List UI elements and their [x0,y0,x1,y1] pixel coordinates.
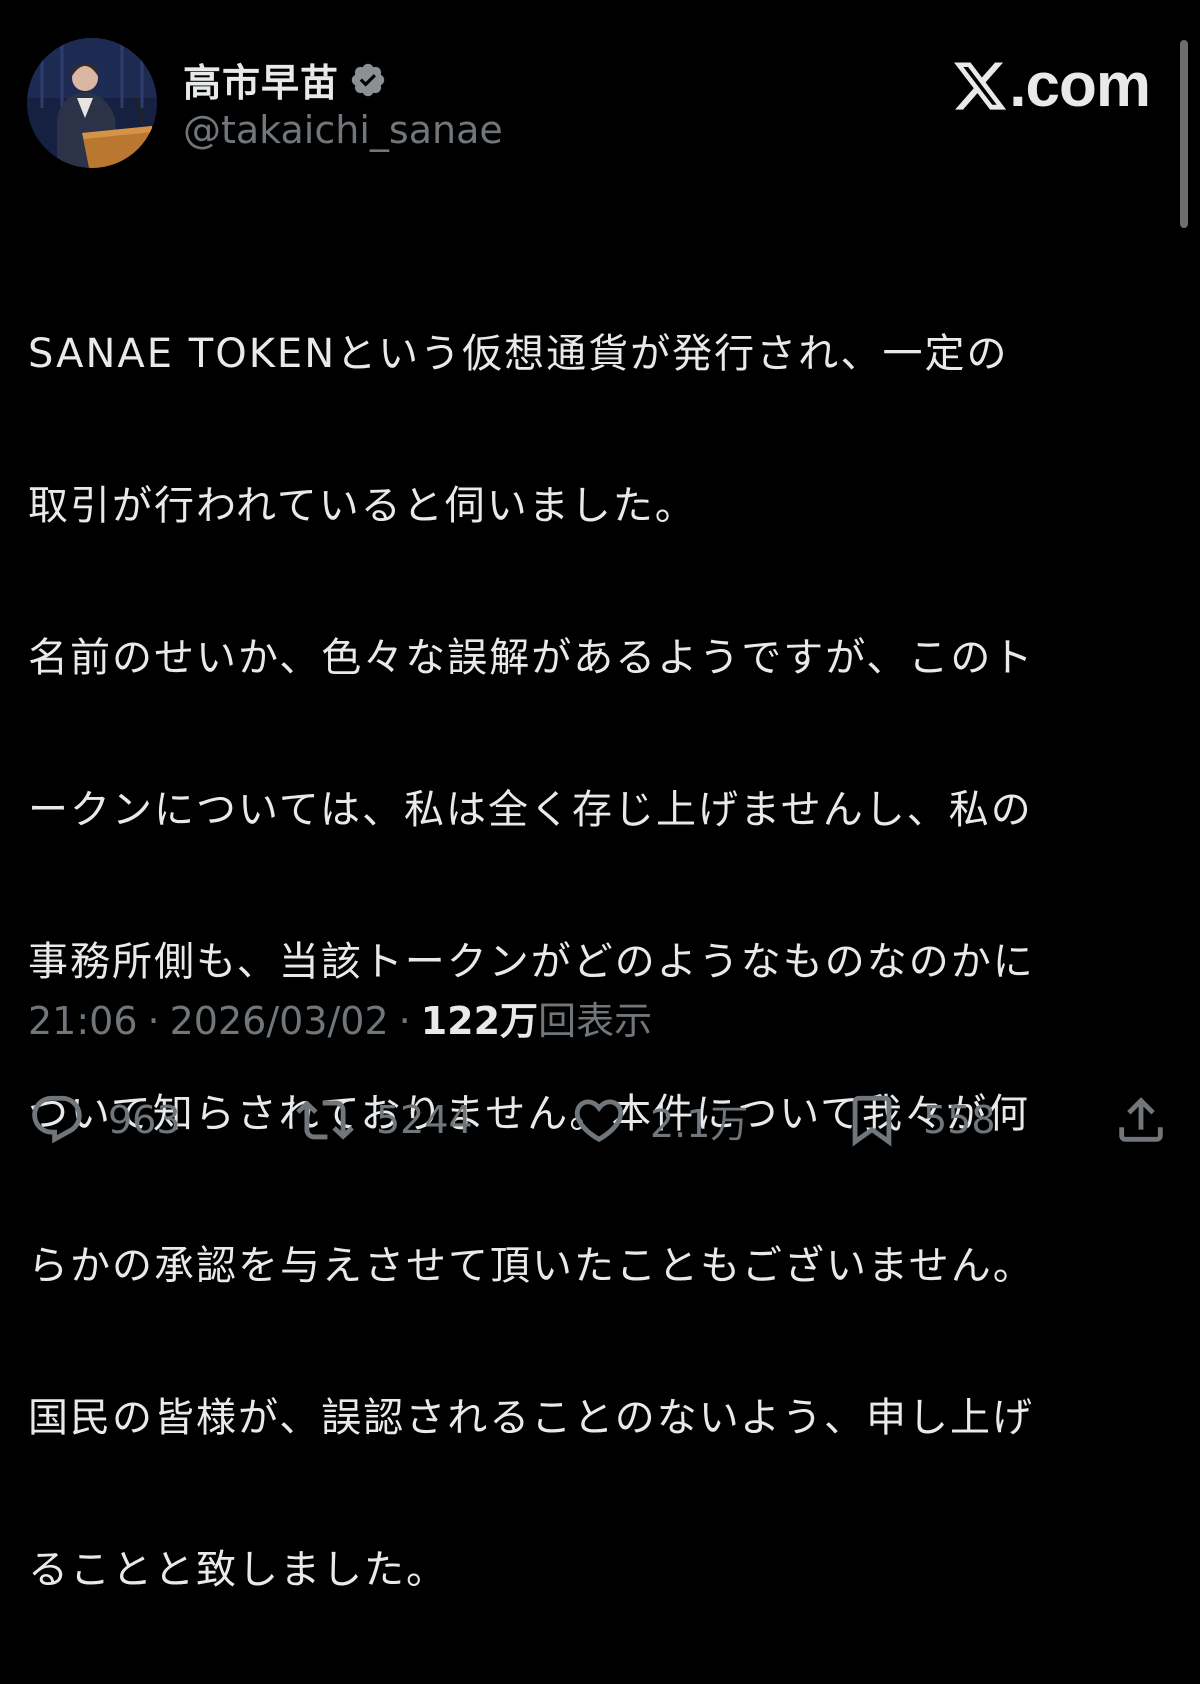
tweet-text-line: 名前のせいか、色々な誤解があるようですが、このト [28,635,1035,681]
avatar-photo [27,38,157,168]
avatar[interactable] [27,38,157,168]
tweet-meta: 21:06 · 2026/03/02 · 122万 回表示 [28,990,652,1045]
repost-count: 5244 [376,1098,473,1142]
share-upload-icon [1119,1097,1163,1142]
tweet-text: SANAE TOKENという仮想通貨が発行され、一定の 取引が行われていると伺い… [28,240,1178,1684]
tweet-date[interactable]: 2026/03/02 [170,999,389,1043]
bookmark-count: 558 [923,1098,996,1142]
views-count: 122万 [420,999,539,1043]
speech-bubble-icon [32,1095,82,1144]
tweet-text-line: ることと致しました。 [28,1547,448,1593]
reply-count: 963 [108,1098,181,1142]
tweet-time[interactable]: 21:06 [28,999,138,1043]
scrollbar[interactable] [1180,40,1188,228]
user-handle[interactable]: @takaichi_sanae [183,108,503,152]
tweet-text-line: 事務所側も、当該トークンがどのようなものなのかに [28,939,1035,985]
meta-separator: · [398,999,411,1043]
repost-button[interactable]: 5244 [296,1080,473,1160]
action-bar: 963 5244 2.1万 558 [0,1080,1200,1160]
like-button[interactable]: 2.1万 [570,1080,748,1160]
name-row: 高市早苗 [183,52,387,107]
tweet-text-line: 国民の皆様が、誤認されることのないよう、申し上げ [28,1395,1034,1441]
verified-badge-icon [349,61,387,99]
tweet-text-line: 取引が行われていると伺いました。 [28,483,697,529]
tweet-text-line: SANAE TOKENという仮想通貨が発行され、一定の [28,331,1009,377]
x-brand-logo: .com [951,50,1151,121]
brand-domain-suffix: .com [1009,51,1151,120]
share-button[interactable] [1112,1080,1170,1160]
like-count: 2.1万 [650,1101,749,1146]
display-name[interactable]: 高市早苗 [183,52,339,107]
reply-button[interactable]: 963 [28,1080,181,1160]
views-label: 回表示 [538,999,653,1043]
tweet-card: 高市早苗 @takaichi_sanae .com SANAE TOKENという… [0,0,1200,1593]
x-logo-icon [954,61,1007,110]
heart-icon [574,1099,624,1143]
tweet-text-line: ークンについては、私は全く存じ上げませんし、私の [28,787,1033,833]
repost-arrows-icon [296,1100,354,1140]
bookmark-icon [852,1095,892,1147]
bookmark-button[interactable]: 558 [843,1080,996,1160]
meta-separator: · [147,999,160,1043]
tweet-text-line: らかの承認を与えさせて頂いたこともございません。 [28,1243,1035,1289]
